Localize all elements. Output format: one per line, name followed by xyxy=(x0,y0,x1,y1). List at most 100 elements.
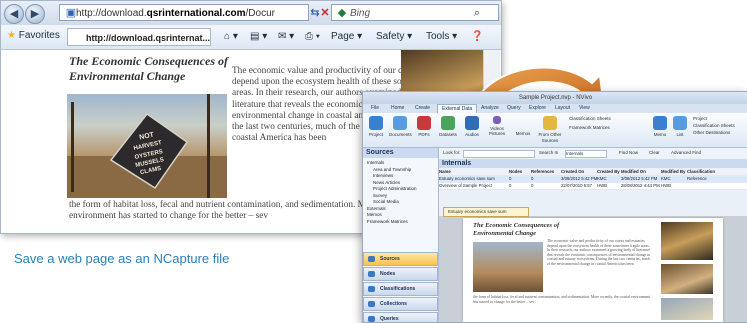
tab-layout[interactable]: Layout xyxy=(551,104,574,113)
nvivo-window: Sample Project.nvp - NVivo File Home Cre… xyxy=(362,91,747,323)
export-project-button[interactable]: Project xyxy=(693,116,743,122)
favorites-star-icon: ★ xyxy=(7,30,16,41)
tab-explore[interactable]: Explore xyxy=(525,104,550,113)
nav-button-queries[interactable]: Queries xyxy=(363,312,438,322)
navigation-buttons: Sources Nodes Classifications Collection… xyxy=(363,252,438,322)
from-other-sources-button[interactable]: From Other Sources xyxy=(535,116,565,144)
column-header[interactable]: Name xyxy=(439,169,509,175)
datasets-button[interactable]: Datasets xyxy=(437,116,459,138)
search-in-label[interactable]: Search In xyxy=(539,148,558,158)
back-icon[interactable]: ◀ xyxy=(4,4,24,24)
browser-tab[interactable]: http://download.qsrinternat... xyxy=(67,28,211,46)
column-header[interactable]: Created By xyxy=(597,169,621,175)
mail-icon[interactable]: ✉ ▾ xyxy=(278,31,294,42)
document-photo xyxy=(473,242,543,292)
feeds-icon[interactable]: ▤ ▾ xyxy=(250,31,267,42)
home-icon[interactable]: ⌂ ▾ xyxy=(224,31,238,42)
article-photo: NOT HARVEST OYSTERS MUSSELS CLAMS xyxy=(67,94,227,198)
memo-export-button[interactable]: Memo xyxy=(649,116,671,138)
dataset-icon xyxy=(441,116,455,130)
search-text: Bing xyxy=(350,8,371,19)
look-for-input[interactable] xyxy=(463,150,535,158)
navigation-heading: Sources xyxy=(363,148,438,158)
tab-file[interactable]: File xyxy=(367,104,383,113)
document-side-photo xyxy=(661,264,713,294)
nav-button-sources[interactable]: Sources xyxy=(363,252,438,266)
find-now-button[interactable]: Find Now xyxy=(619,148,638,158)
favorites-bar: ★ Favorites http://download.qsrinternat.… xyxy=(1,25,501,50)
column-header[interactable]: Nodes xyxy=(509,169,531,175)
export-classification-button[interactable]: Classification Sheets xyxy=(693,123,743,129)
pdf-icon xyxy=(417,116,431,130)
pdfs-button[interactable]: PDFs xyxy=(413,116,435,138)
nav-button-collections[interactable]: Collections xyxy=(363,297,438,311)
table-row[interactable]: Estuary economics save sum 0 0 3/08/2012 5:… xyxy=(439,176,747,183)
search-scope-field[interactable]: Internals xyxy=(565,150,607,158)
browser-nav-bar: ◀ ▶ http://download.qsrinternational.com… xyxy=(1,1,501,25)
document-tab[interactable]: Estuary economics save sum xyxy=(443,207,529,217)
tools-menu[interactable]: Tools ▾ xyxy=(426,31,457,42)
look-for-label: Look for: xyxy=(443,150,461,155)
list-icon xyxy=(673,116,687,130)
videos-button[interactable]: Videos xyxy=(485,116,509,132)
table-header: Name Nodes References Created On Created ByM… xyxy=(439,169,747,176)
nav-button-nodes[interactable]: Nodes xyxy=(363,267,438,281)
document-title: The Economic Consequences of Environment… xyxy=(473,222,560,237)
forward-icon[interactable]: ▶ xyxy=(25,4,45,24)
address-domain: qsrinternational.com xyxy=(146,8,246,19)
column-header[interactable]: Modified By xyxy=(661,169,687,175)
safety-menu[interactable]: Safety ▾ xyxy=(376,31,412,42)
document-body: The economic value and productivity of o… xyxy=(547,239,651,266)
documents-button[interactable]: Documents xyxy=(389,116,412,138)
column-header[interactable]: Created On xyxy=(561,169,597,175)
audios-button[interactable]: Audios xyxy=(461,116,483,138)
list-heading: Internals xyxy=(439,159,747,168)
document-side-photo xyxy=(661,222,713,260)
source-tree: Internals Area and Township Interviews N… xyxy=(367,160,437,225)
page-menu[interactable]: Page ▾ xyxy=(331,31,362,42)
bing-icon: ◆ xyxy=(337,7,347,19)
navigation-pane: Sources Internals Area and Township Inte… xyxy=(363,148,439,322)
project-button[interactable]: Project xyxy=(365,116,387,138)
print-icon[interactable]: ⎙ ▾ xyxy=(305,31,320,42)
classification-sheets-button[interactable]: Classification Sheets xyxy=(569,116,615,122)
address-suffix: /Docur xyxy=(245,8,275,19)
tab-query[interactable]: Query xyxy=(503,104,525,113)
tab-analyze[interactable]: Analyze xyxy=(477,104,503,113)
pictures-button[interactable]: Pictures xyxy=(485,131,509,137)
page-icon: ▣ xyxy=(65,7,77,19)
help-icon[interactable]: ❓ xyxy=(471,31,483,42)
tree-item[interactable]: Framework Matrices xyxy=(367,219,437,226)
export-other-button[interactable]: Other Destinations xyxy=(693,130,743,136)
documents-icon xyxy=(393,116,407,130)
advanced-find-button[interactable]: Advanced Find xyxy=(671,148,701,158)
nav-button-classifications[interactable]: Classifications xyxy=(363,282,438,296)
tab-create[interactable]: Create xyxy=(411,104,434,113)
article-title: The Economic Consequences of Environment… xyxy=(69,54,228,83)
caption: Save a web page as an NCapture file xyxy=(14,251,230,266)
tab-home[interactable]: Home xyxy=(387,104,408,113)
framework-matrices-button[interactable]: Framework Matrices xyxy=(569,125,615,131)
project-icon xyxy=(369,116,383,130)
memos-button[interactable]: Memos xyxy=(511,131,535,137)
table-row[interactable]: Overview of Sample Project 0 0 22/07/2010 5… xyxy=(439,183,747,190)
favorites-button[interactable]: ★ Favorites xyxy=(7,30,60,41)
audio-icon xyxy=(465,116,479,130)
browser-tab-title: http://download.qsrinternat... xyxy=(86,33,210,43)
column-header[interactable]: References xyxy=(531,169,561,175)
tab-view[interactable]: View xyxy=(575,104,594,113)
video-icon xyxy=(493,116,501,124)
address-bar[interactable]: http://download.qsrinternational.com/Doc… xyxy=(59,4,309,21)
column-header[interactable]: Modified On xyxy=(621,169,661,175)
address-prefix: http://download. xyxy=(76,8,147,19)
other-sources-icon xyxy=(543,116,557,130)
clear-button[interactable]: Clear xyxy=(649,148,660,158)
search-icon[interactable]: ⌕ xyxy=(469,5,485,21)
warning-sign-image: NOT HARVEST OYSTERS MUSSELS CLAMS xyxy=(67,94,227,198)
find-bar: Look for: Search In Internals Find Now C… xyxy=(439,148,747,158)
source-list: Name Nodes References Created On Created ByM… xyxy=(439,169,747,190)
list-export-button[interactable]: List xyxy=(669,116,691,138)
favorites-label: Favorites xyxy=(18,30,60,41)
column-header[interactable]: Classification xyxy=(687,169,727,175)
ribbon: Project Documents PDFs Datasets Audios V… xyxy=(363,113,747,148)
